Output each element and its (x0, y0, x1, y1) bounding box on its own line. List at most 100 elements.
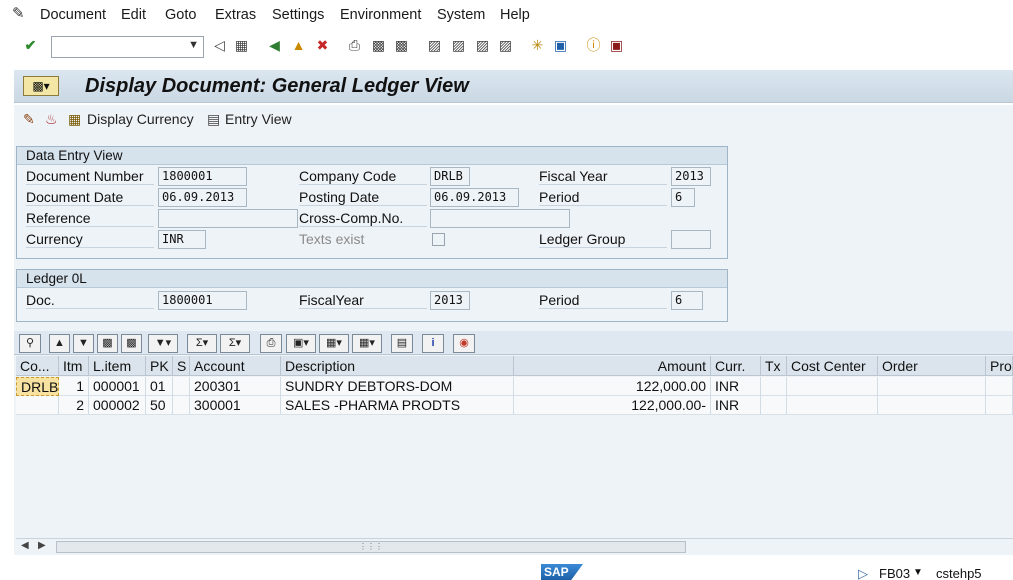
system-menu-icon[interactable]: ✎ (12, 4, 25, 22)
sort-ascending-icon[interactable]: ▲ (49, 334, 70, 353)
print-grid-icon[interactable]: ⎙ (260, 334, 282, 353)
save-icon[interactable]: ▦ (233, 37, 250, 54)
cancel-icon[interactable]: ✖ (314, 37, 331, 54)
ledger-group-field[interactable] (671, 230, 711, 249)
first-page-icon[interactable]: ▨ (426, 37, 443, 54)
company-code-field[interactable]: DRLB (430, 167, 470, 186)
table-row-2-account[interactable]: 300001 (190, 396, 281, 415)
table-row-1-posting-key[interactable]: 01 (146, 377, 173, 396)
display-currency-icon[interactable]: ▦ (68, 111, 81, 128)
back-icon[interactable]: ◀ (266, 37, 283, 54)
column-header-tax[interactable]: Tx (761, 356, 787, 376)
texts-exist-checkbox[interactable] (432, 233, 445, 246)
fiscal-year-field[interactable]: 2013 (671, 167, 711, 186)
table-row-2-line-item[interactable]: 000002 (89, 396, 146, 415)
table-row-1-line-item[interactable]: 000001 (89, 377, 146, 396)
sort-descending-icon[interactable]: ▼ (73, 334, 94, 353)
column-header-profit-center[interactable]: Prof (986, 356, 1013, 376)
command-field[interactable]: ▼ (51, 36, 204, 58)
column-header-order[interactable]: Order (878, 356, 986, 376)
status-expand-icon[interactable]: ▷ (858, 566, 868, 580)
menu-help[interactable]: Help (500, 7, 530, 23)
scroll-right-icon[interactable]: ▶ (38, 540, 46, 551)
cross-comp-field[interactable] (430, 209, 570, 228)
table-row-1-description[interactable]: SUNDRY DEBTORS-DOM (281, 377, 514, 396)
graphic-icon[interactable]: ◉ (453, 334, 475, 353)
table-row-2-description[interactable]: SALES -PHARMA PRODTS (281, 396, 514, 415)
table-row-1-amount[interactable]: 122,000.00 (514, 377, 711, 396)
details-icon[interactable]: ⚲ (19, 334, 41, 353)
menu-edit[interactable]: Edit (121, 7, 146, 23)
reference-field[interactable] (158, 209, 298, 228)
total-icon[interactable]: Σ▾ (187, 334, 217, 353)
table-row-1-order[interactable] (878, 377, 986, 396)
back-arrow-icon[interactable]: ◁ (211, 37, 228, 54)
scroll-left-icon[interactable]: ◀ (21, 540, 29, 551)
find-next-grid-icon[interactable]: ▩ (121, 334, 142, 353)
document-number-field[interactable]: 1800001 (158, 167, 247, 186)
enter-icon[interactable]: ✔ (22, 37, 39, 54)
column-header-company[interactable]: Co... (16, 356, 59, 376)
menu-extras[interactable]: Extras (215, 7, 256, 23)
column-header-account[interactable]: Account (190, 356, 281, 376)
column-header-currency[interactable]: Curr. (711, 356, 761, 376)
table-row-2-amount[interactable]: 122,000.00- (514, 396, 711, 415)
entry-view-button[interactable]: Entry View (225, 111, 292, 127)
change-display-icon[interactable]: ♨ (45, 111, 58, 128)
table-row-2-cost-center[interactable] (787, 396, 878, 415)
table-row-2-currency[interactable]: INR (711, 396, 761, 415)
column-header-posting-key[interactable]: PK (146, 356, 173, 376)
table-row-1-cost-center[interactable] (787, 377, 878, 396)
layout-menu-icon[interactable]: ▣ (608, 37, 625, 54)
tcode-chevron-down-icon[interactable]: ▼ (913, 567, 923, 578)
table-row-1-item[interactable]: 1 (59, 377, 89, 396)
menu-system[interactable]: System (437, 7, 485, 23)
print-icon[interactable]: ⎙ (346, 37, 363, 54)
column-header-description[interactable]: Description (281, 356, 514, 376)
find-grid-icon[interactable]: ▩ (97, 334, 118, 353)
create-session-icon[interactable]: ✳ (529, 37, 546, 54)
table-row-1-account[interactable]: 200301 (190, 377, 281, 396)
table-row-1-special-gl[interactable] (173, 377, 190, 396)
next-page-icon[interactable]: ▨ (474, 37, 491, 54)
table-row-2-posting-key[interactable]: 50 (146, 396, 173, 415)
table-row-1-company[interactable]: DRLB (16, 377, 59, 396)
table-row-2-tax[interactable] (761, 396, 787, 415)
document-date-field[interactable]: 06.09.2013 (158, 188, 247, 207)
menu-goto[interactable]: Goto (165, 7, 196, 23)
column-header-line-item[interactable]: L.item (89, 356, 146, 376)
posting-date-field[interactable]: 06.09.2013 (430, 188, 519, 207)
find-icon[interactable]: ▩ (370, 37, 387, 54)
table-row-2-special-gl[interactable] (173, 396, 190, 415)
menu-document[interactable]: Document (40, 7, 106, 23)
ledger-period-field[interactable]: 6 (671, 291, 703, 310)
menu-environment[interactable]: Environment (340, 7, 421, 23)
table-row-1-tax[interactable] (761, 377, 787, 396)
table-row-1-profit-center[interactable] (986, 377, 1013, 396)
currency-field[interactable]: INR (158, 230, 206, 249)
information-icon[interactable]: i (422, 334, 444, 353)
export-icon[interactable]: ▦▾ (319, 334, 349, 353)
table-row-2-order[interactable] (878, 396, 986, 415)
filter-icon[interactable]: ▼▾ (148, 334, 178, 353)
menu-settings[interactable]: Settings (272, 7, 324, 23)
previous-page-icon[interactable]: ▨ (450, 37, 467, 54)
exit-icon[interactable]: ▲ (290, 37, 307, 54)
subtotal-icon[interactable]: Σ▾ (220, 334, 250, 353)
ledger-fiscal-year-field[interactable]: 2013 (430, 291, 470, 310)
table-row-1-currency[interactable]: INR (711, 377, 761, 396)
ledger-doc-field[interactable]: 1800001 (158, 291, 247, 310)
create-shortcut-icon[interactable]: ▣ (552, 37, 569, 54)
other-document-icon[interactable]: ✎ (23, 111, 35, 128)
column-header-cost-center[interactable]: Cost Center (787, 356, 878, 376)
last-page-icon[interactable]: ▨ (497, 37, 514, 54)
select-layout-icon[interactable]: ▤ (391, 334, 413, 353)
horizontal-scrollbar[interactable]: ◀ ▶ ⋮⋮⋮ (16, 538, 1013, 554)
period-field[interactable]: 6 (671, 188, 695, 207)
chevron-down-icon[interactable]: ▼ (188, 39, 199, 51)
table-row-2-company[interactable] (16, 396, 59, 415)
entry-view-icon[interactable]: ▤ (207, 111, 220, 128)
column-header-item[interactable]: Itm (59, 356, 89, 376)
display-currency-button[interactable]: Display Currency (87, 111, 194, 127)
views-icon[interactable]: ▣▾ (286, 334, 316, 353)
